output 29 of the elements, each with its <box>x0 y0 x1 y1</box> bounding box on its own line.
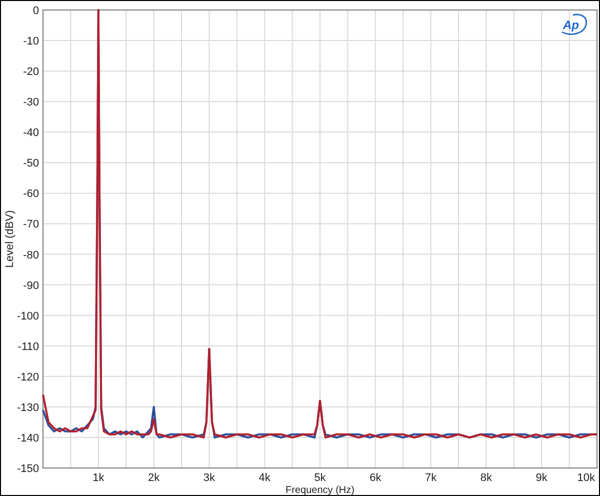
logo: Ap <box>562 14 588 35</box>
x-axis-title: Frequency (Hz) <box>286 485 354 495</box>
tick-label: -140 <box>16 432 39 444</box>
y-axis-title: Level (dBV) <box>4 210 16 268</box>
tick-label: -40 <box>23 127 39 140</box>
tick-label: 10k <box>577 472 595 484</box>
tick-label: -80 <box>23 249 39 262</box>
tick-label: -30 <box>23 96 39 109</box>
tick-label: -20 <box>23 66 39 78</box>
tick-label: 8k <box>480 472 492 484</box>
tick-label: -70 <box>23 218 39 231</box>
tick-label: 2k <box>148 472 160 484</box>
tick-label: 6k <box>370 472 382 484</box>
tick-label: 7k <box>424 472 437 484</box>
tick-label: -120 <box>16 371 39 384</box>
tick-label: -130 <box>16 402 39 414</box>
tick-label: -50 <box>23 158 39 170</box>
tick-label: 5k <box>314 472 326 484</box>
tick-label: -10 <box>23 36 39 48</box>
tick-label: 4k <box>258 472 270 484</box>
tick-label: -150 <box>16 463 39 475</box>
tick-label: 0 <box>32 5 39 17</box>
tick-label: 3k <box>203 472 215 484</box>
tick-label: -60 <box>23 188 39 200</box>
tick-label: 9k <box>536 472 548 484</box>
tick-label: -110 <box>18 340 39 353</box>
tick-label: 1k <box>92 472 104 484</box>
tick-label: -90 <box>23 280 39 292</box>
tick-label: -100 <box>16 310 39 322</box>
